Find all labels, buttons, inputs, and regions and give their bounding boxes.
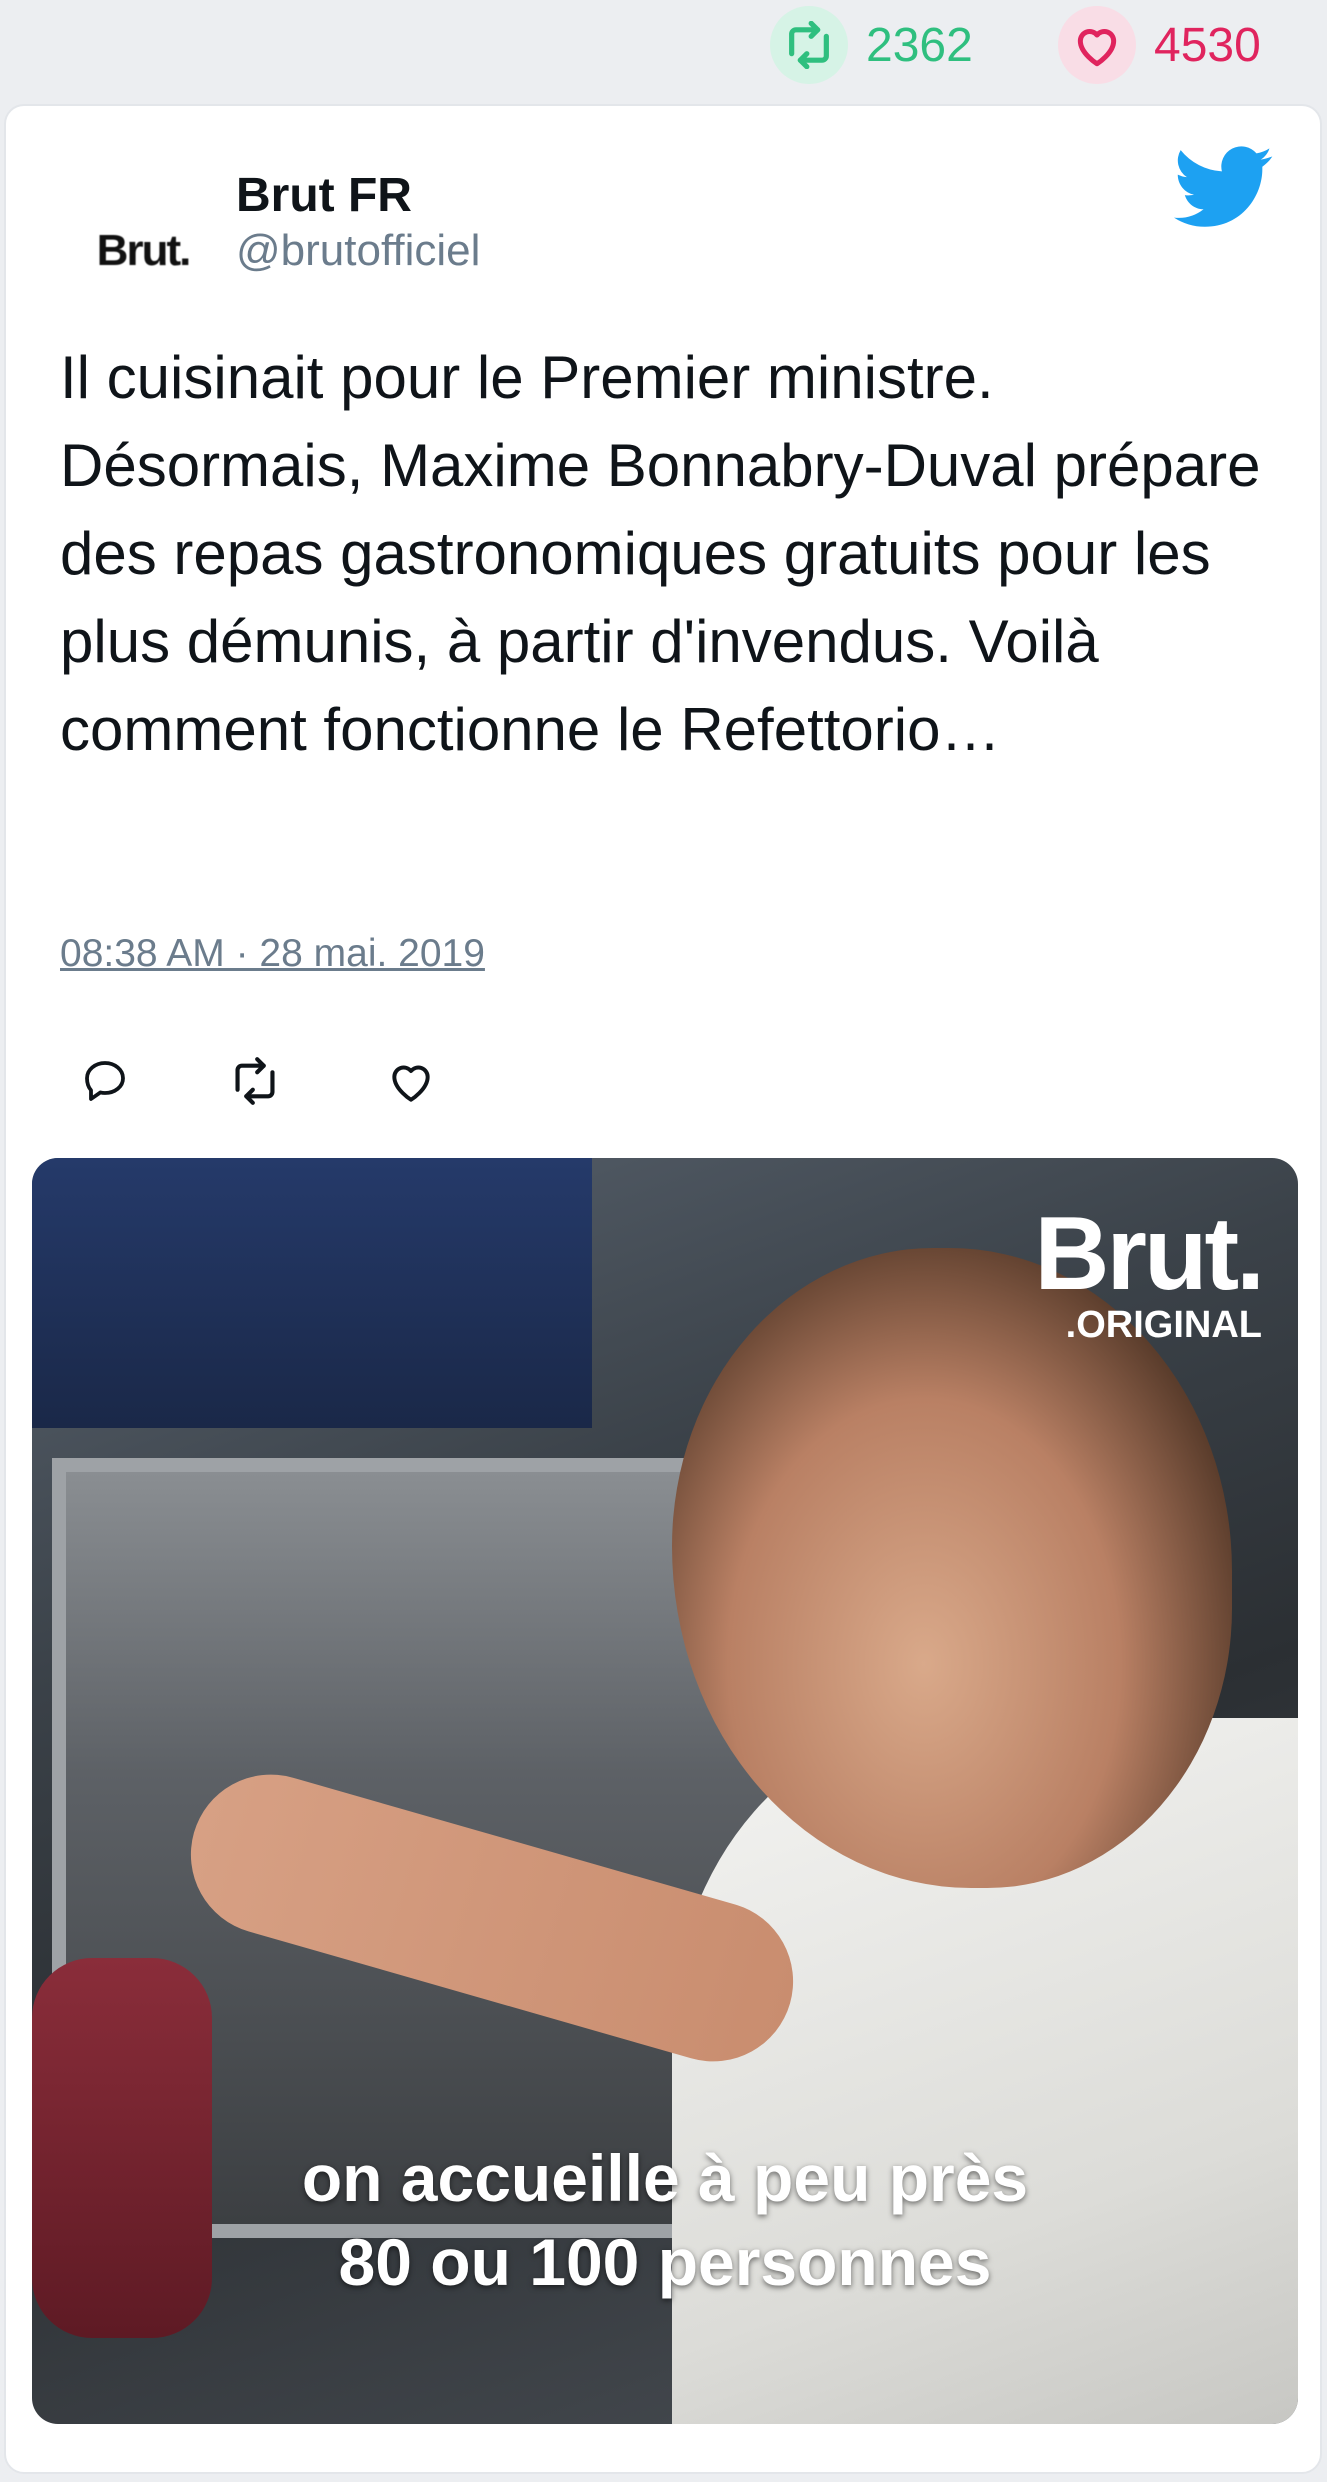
retweet-stat[interactable]: 2362 (770, 6, 973, 84)
tweet-text: Il cuisinait pour le Premier ministre. D… (60, 344, 1261, 763)
video-caption-line-2: 80 ou 100 personnes (338, 2225, 992, 2299)
avatar-logo-text: Brut. (96, 226, 192, 275)
retweet-icon (770, 6, 848, 84)
tweet-timestamp[interactable]: 08:38 AM · 28 mai. 2019 (60, 932, 485, 976)
author-name[interactable]: Brut FR (236, 168, 412, 223)
engagement-stats-bar: 2362 4530 (0, 0, 1327, 100)
reply-icon (85, 1061, 125, 1101)
retweet-count: 2362 (866, 18, 973, 72)
tweet-media-video-thumbnail[interactable]: Brut. .ORIGINAL on accueille à peu près … (32, 1158, 1298, 2424)
like-stat[interactable]: 4530 (1058, 6, 1261, 84)
reply-button[interactable] (70, 1046, 140, 1116)
video-caption-line-1: on accueille à peu près (301, 2141, 1029, 2215)
tweet-card: Brut. Brut FR @brutofficiel Il cuisinait… (4, 104, 1322, 2474)
avatar[interactable]: Brut. (68, 176, 218, 326)
brut-logo-main: Brut. (1034, 1196, 1265, 1312)
twitter-bird-icon[interactable] (1174, 146, 1274, 236)
like-count: 4530 (1154, 18, 1261, 72)
author-handle[interactable]: @brutofficiel (236, 226, 480, 276)
heart-icon (392, 1065, 430, 1102)
like-button[interactable] (376, 1046, 446, 1116)
retweet-icon (235, 1057, 275, 1105)
heart-icon (1058, 6, 1136, 84)
media-scene-panel (32, 1158, 592, 1428)
video-caption: on accueille à peu près 80 ou 100 person… (32, 2136, 1298, 2304)
retweet-button[interactable] (220, 1046, 290, 1116)
brut-original-logo: Brut. .ORIGINAL (1034, 1196, 1265, 1347)
brut-logo-sub: .ORIGINAL (1065, 1304, 1262, 1346)
